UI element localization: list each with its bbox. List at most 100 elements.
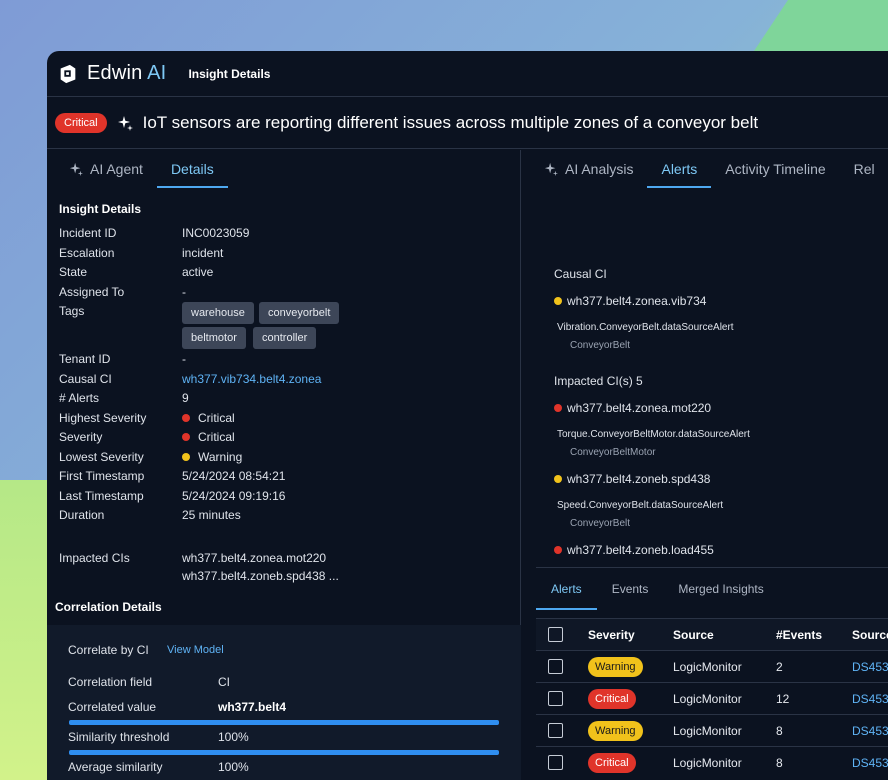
brand-name[interactable]: Edwin AI [87, 62, 166, 85]
subtab-alerts[interactable]: Alerts [536, 568, 597, 610]
value: incident [182, 246, 224, 260]
label: Average similarity [68, 760, 163, 774]
subtab-merged-insights[interactable]: Merged Insights [663, 568, 778, 610]
table-row[interactable]: Warning LogicMonitor 8 DS453 [536, 714, 888, 746]
label: Last Timestamp [59, 489, 144, 503]
impacted-ci-item[interactable]: wh377.belt4.zoneb.load455 [554, 543, 714, 557]
tab-ai-agent[interactable]: AI Agent [55, 150, 157, 188]
causal-ci-label: Causal CI [554, 267, 607, 281]
label: Tags [59, 304, 85, 318]
impacted-ci-type: ConveyorBelt [570, 518, 631, 529]
value: INC0023059 [182, 226, 250, 240]
label: # Alerts [59, 391, 100, 405]
causal-ci-type: ConveyorBelt [570, 340, 631, 351]
tag-chip[interactable]: beltmotor [182, 327, 246, 349]
value-text: Critical [198, 430, 235, 444]
right-tabs: AI Analysis Alerts Activity Timeline Rel [522, 150, 888, 188]
source-link[interactable]: DS453 [852, 692, 888, 706]
severity-badge: Critical [55, 112, 107, 133]
label: Escalation [59, 246, 115, 260]
ci-name: wh377.belt4.zonea.vib734 [567, 294, 707, 308]
row-checkbox[interactable] [548, 659, 563, 674]
label: Correlated value [68, 700, 157, 714]
tag-chip[interactable]: conveyorbelt [259, 302, 340, 324]
label: State [59, 265, 88, 279]
select-all-checkbox[interactable] [548, 627, 563, 642]
tab-label: Merged Insights [678, 582, 764, 596]
tab-details[interactable]: Details [156, 150, 228, 188]
tab-ai-analysis[interactable]: AI Analysis [530, 150, 647, 188]
table-row[interactable]: Critical LogicMonitor 12 DS453 [536, 682, 888, 714]
value: 100% [218, 760, 249, 774]
ci-name: wh377.belt4.zonea.mot220 [567, 401, 712, 415]
value: - [182, 352, 186, 366]
average-similarity-bar [69, 750, 499, 755]
impacted-ci-item[interactable]: wh377.belt4.zonea.mot220 [554, 401, 711, 415]
value: Warning [182, 450, 242, 464]
label: Lowest Severity [59, 450, 144, 464]
row-checkbox[interactable] [548, 755, 563, 770]
correlation-box: Correlate by CI View Model Correlation f… [47, 625, 521, 780]
column-header[interactable]: Severity [588, 628, 635, 642]
tab-label: Activity Timeline [725, 161, 826, 177]
right-panel: AI Analysis Alerts Activity Timeline Rel… [522, 150, 888, 780]
source-link[interactable]: DS453 [852, 756, 888, 770]
left-panel: AI Agent Details Insight Details Inciden… [47, 150, 521, 780]
impacted-ci-item[interactable]: wh377.belt4.zoneb.spd438 [554, 472, 710, 486]
label: First Timestamp [59, 469, 145, 483]
value: 100% [218, 730, 249, 744]
severity-pill: Critical [588, 688, 636, 709]
tab-alerts[interactable]: Alerts [647, 150, 712, 188]
label: Incident ID [59, 226, 117, 240]
label: Similarity threshold [68, 730, 170, 744]
source-cell: LogicMonitor [673, 691, 742, 706]
row-checkbox[interactable] [548, 691, 563, 706]
value: 9 [182, 391, 189, 405]
severity-pill: Critical [588, 752, 636, 773]
critical-dot-icon [182, 414, 190, 422]
value: wh377.belt4.zonea.mot220 [182, 551, 327, 565]
source-cell: LogicMonitor [673, 723, 742, 738]
view-model-link[interactable]: View Model [167, 644, 224, 656]
column-header[interactable]: #Events [776, 628, 822, 642]
causal-ci-link[interactable]: wh377.vib734.belt4.zonea [182, 372, 321, 386]
source-link[interactable]: DS453 [852, 660, 888, 674]
source-link[interactable]: DS453 [852, 724, 888, 738]
tab-label: Events [611, 582, 649, 596]
value: 5/24/2024 09:19:16 [182, 489, 286, 503]
table-row[interactable]: Warning LogicMonitor 2 DS453 [536, 650, 888, 682]
top-bar: Edwin AI Insight Details [47, 51, 888, 97]
warning-dot-icon [554, 475, 562, 483]
alerts-subtabs: Alerts Events Merged Insights [536, 568, 888, 610]
tab-label: Rel [853, 161, 875, 177]
tag-chip[interactable]: warehouse [182, 302, 254, 324]
column-header[interactable]: Source [852, 628, 888, 642]
impacted-alert-name: Speed.ConveyorBelt.dataSourceAlert [557, 500, 724, 511]
events-cell: 2 [776, 659, 783, 674]
insight-details-title: Insight Details [59, 202, 142, 216]
row-checkbox[interactable] [548, 723, 563, 738]
table-row[interactable]: Critical LogicMonitor 8 DS453 [536, 746, 888, 778]
label: Assigned To [59, 285, 125, 299]
tab-activity-timeline[interactable]: Activity Timeline [711, 150, 839, 188]
insight-title: IoT sensors are reporting different issu… [142, 112, 759, 132]
causal-ci-item[interactable]: wh377.belt4.zonea.vib734 [554, 294, 706, 308]
critical-dot-icon [554, 546, 562, 554]
subtab-events[interactable]: Events [597, 568, 664, 610]
impacted-alert-name: Torque.ConveyorBeltMotor.dataSourceAlert [557, 429, 750, 440]
label: Causal CI [59, 372, 112, 386]
insight-headline: Critical IoT sensors are reporting diffe… [47, 97, 888, 149]
column-header[interactable]: Source [673, 628, 714, 642]
value: 5/24/2024 08:54:21 [182, 469, 286, 483]
label: Impacted CIs [59, 551, 130, 565]
alerts-panel: Alerts Events Merged Insights Severity S… [536, 567, 888, 780]
tag-chip[interactable]: controller [253, 327, 317, 349]
label: Correlation field [68, 675, 153, 689]
value[interactable]: wh377.belt4.zoneb.spd438 ... [182, 569, 339, 583]
value: active [182, 265, 214, 279]
edwin-logo-icon [60, 64, 76, 83]
events-cell: 8 [776, 723, 783, 738]
tab-related[interactable]: Rel [840, 150, 888, 188]
value-text: Warning [198, 450, 243, 464]
tab-label: AI Analysis [565, 161, 634, 177]
